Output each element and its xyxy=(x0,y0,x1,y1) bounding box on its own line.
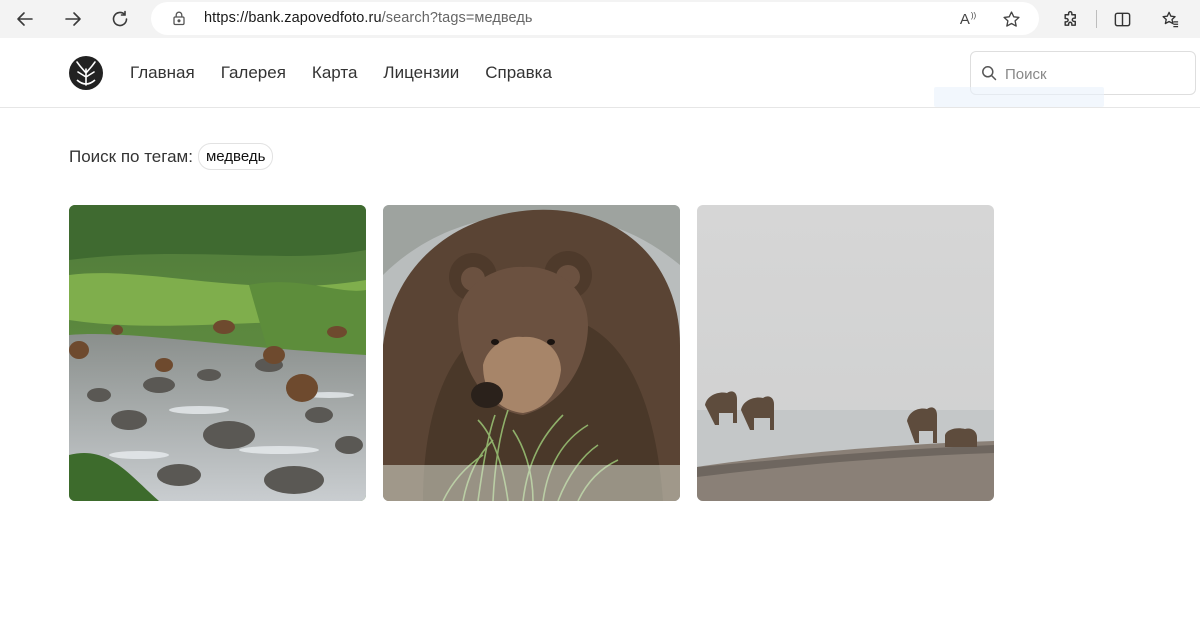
bears-in-river-photo xyxy=(69,205,366,501)
read-aloud-icon[interactable]: A)) xyxy=(957,8,979,30)
tag-chip[interactable]: медведь xyxy=(197,143,274,170)
reload-button[interactable] xyxy=(105,4,135,34)
url-text[interactable]: https://bank.zapovedfoto.ru/search?tags=… xyxy=(204,10,533,26)
tag-search-label: Поиск по тегам: xyxy=(69,146,193,166)
search-icon xyxy=(982,66,997,81)
bears-in-fog-photo xyxy=(697,205,994,501)
split-screen-icon xyxy=(1114,12,1130,26)
site-logo-icon[interactable] xyxy=(68,55,104,91)
favorites-button[interactable] xyxy=(1155,4,1185,34)
menu-item-map[interactable]: Карта xyxy=(312,63,358,83)
back-button[interactable] xyxy=(10,4,40,34)
photo-thumbnail-1[interactable] xyxy=(69,205,366,501)
favorite-star-icon[interactable] xyxy=(1000,8,1022,30)
read-aloud-label: A xyxy=(959,10,970,28)
browser-toolbar: https://bank.zapovedfoto.ru/search?tags=… xyxy=(0,0,1200,38)
faded-overlay-bar xyxy=(934,87,1104,107)
main-menu: Главная Галерея Карта Лицензии Справка xyxy=(130,63,578,83)
photo-thumbnail-2[interactable] xyxy=(383,205,680,501)
search-input[interactable] xyxy=(1005,61,1185,87)
url-host: https://bank.zapovedfoto.ru xyxy=(204,10,382,26)
address-bar[interactable]: https://bank.zapovedfoto.ru/search?tags=… xyxy=(151,2,1039,35)
reload-icon xyxy=(112,10,128,27)
photo-thumbnail-3[interactable] xyxy=(697,205,994,501)
tag-search-line: Поиск по тегам: медведь xyxy=(69,143,274,170)
forward-button[interactable] xyxy=(58,4,88,34)
bear-closeup-photo xyxy=(383,205,680,501)
back-icon xyxy=(17,12,33,26)
extensions-button[interactable] xyxy=(1055,4,1085,34)
forward-icon xyxy=(65,12,81,26)
menu-item-home[interactable]: Главная xyxy=(130,63,195,83)
lock-icon[interactable] xyxy=(171,10,187,26)
favorites-icon xyxy=(1161,11,1178,27)
extensions-icon xyxy=(1063,10,1076,26)
menu-item-licenses[interactable]: Лицензии xyxy=(383,63,459,83)
menu-item-gallery[interactable]: Галерея xyxy=(221,63,286,83)
split-screen-button[interactable] xyxy=(1107,4,1137,34)
toolbar-divider xyxy=(1096,10,1097,28)
menu-item-help[interactable]: Справка xyxy=(485,63,552,83)
url-path: /search?tags=медведь xyxy=(381,10,533,26)
